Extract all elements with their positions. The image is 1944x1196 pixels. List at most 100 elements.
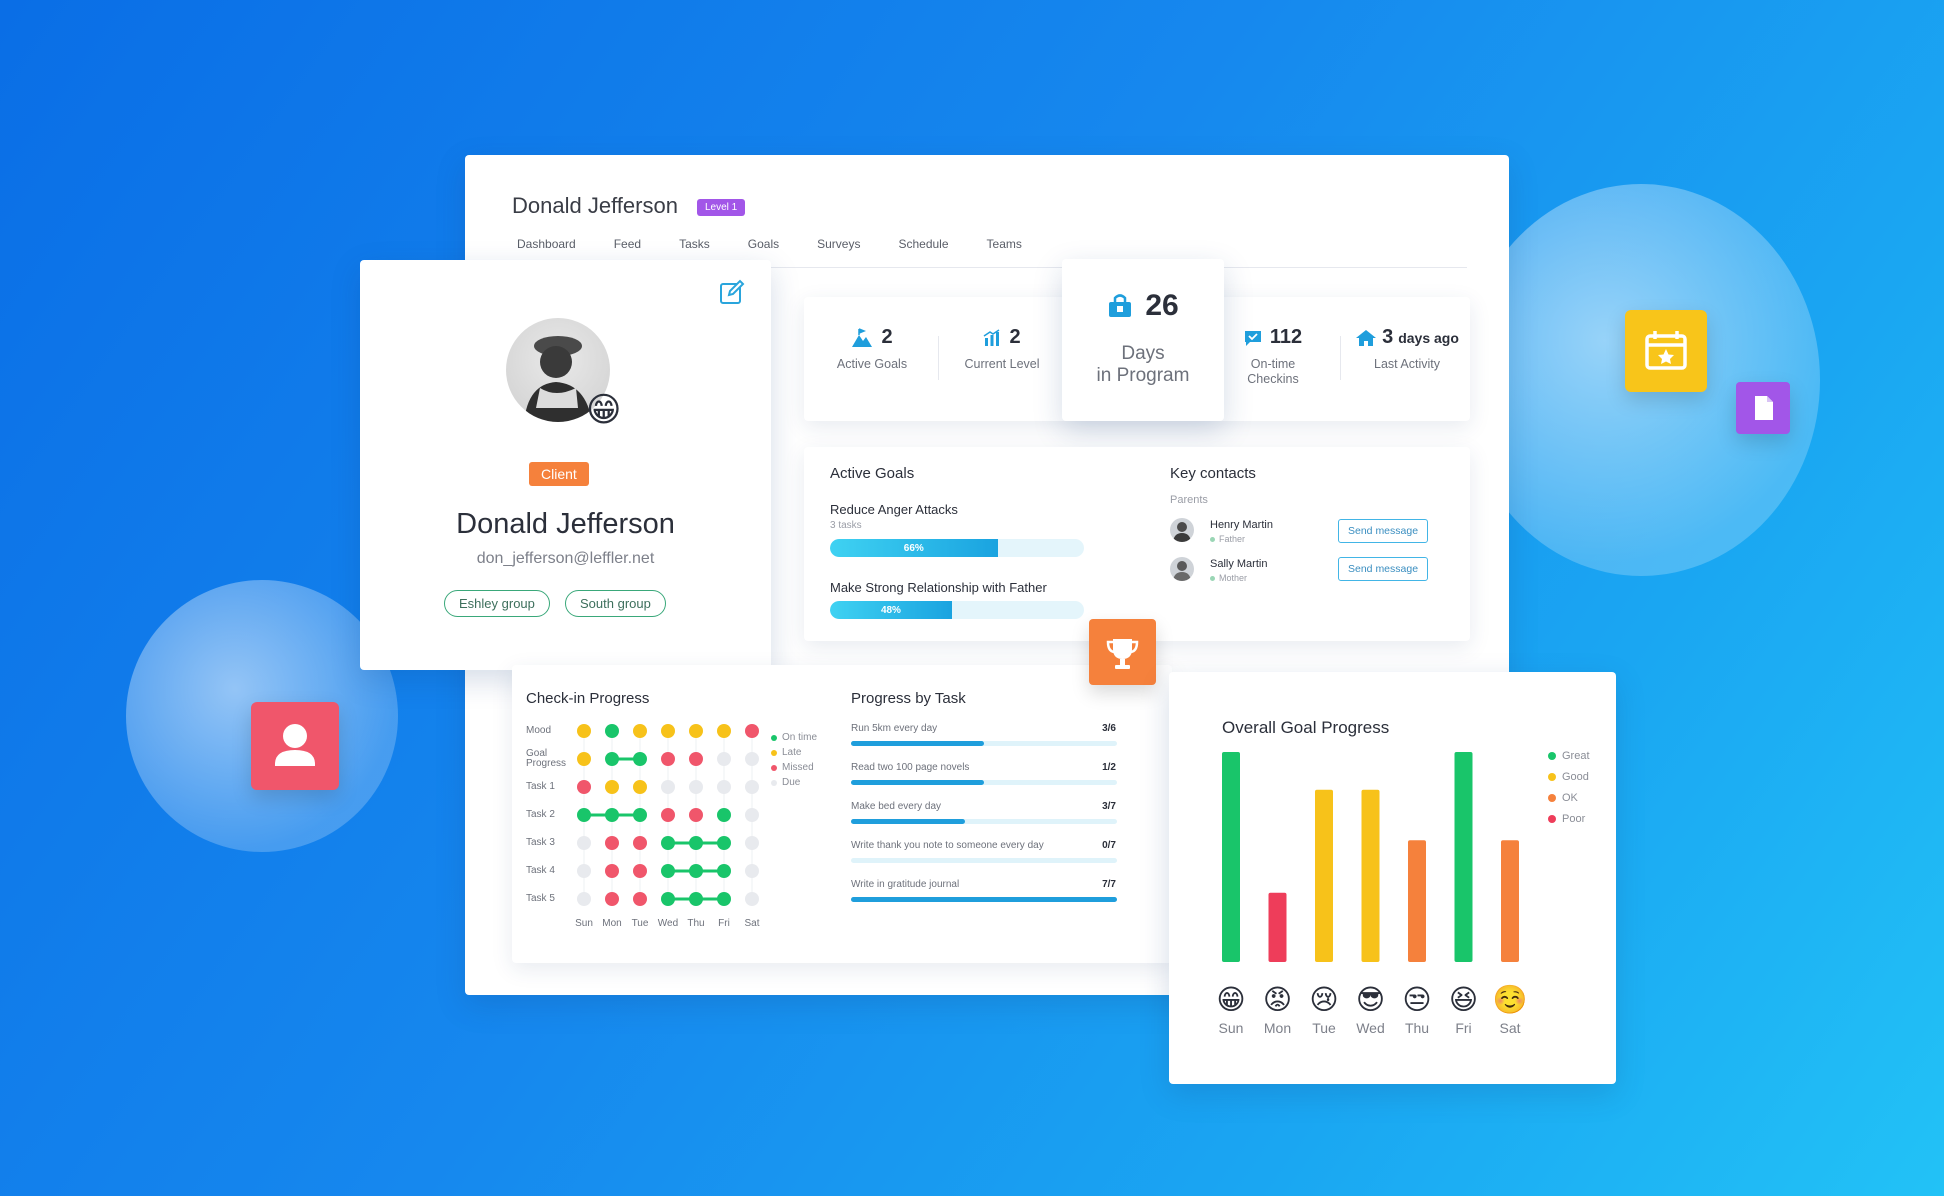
tab-surveys[interactable]: Surveys — [817, 237, 860, 251]
checkin-dot-late[interactable] — [717, 724, 731, 738]
checkin-dot-late[interactable] — [605, 780, 619, 794]
calendar-tile[interactable] — [1625, 310, 1707, 392]
checkin-dot-late[interactable] — [577, 752, 591, 766]
legend-poor: Poor — [1548, 813, 1590, 825]
checkin-dot-late[interactable] — [577, 724, 591, 738]
group-tag-eshley[interactable]: Eshley group — [444, 590, 550, 617]
tab-schedule[interactable]: Schedule — [898, 237, 948, 251]
checkin-dot-ontime[interactable] — [717, 864, 731, 878]
task-value: 0/7 — [1102, 840, 1116, 851]
days-label-1: Days — [1121, 343, 1165, 364]
bar-fri[interactable] — [1454, 752, 1473, 962]
checkin-dot-ontime[interactable] — [661, 836, 675, 850]
ontime-checkins-value: 112 — [1269, 326, 1303, 348]
contact-name-henry[interactable]: Henry Martin — [1210, 519, 1273, 531]
user-tile[interactable] — [251, 702, 339, 790]
checkin-dot-ontime[interactable] — [717, 836, 731, 850]
checkin-dot-due[interactable] — [745, 808, 759, 822]
profile-email[interactable]: don_jefferson@leffler.net — [360, 550, 771, 568]
checkin-dot-ontime[interactable] — [633, 752, 647, 766]
tab-tasks[interactable]: Tasks — [679, 237, 710, 251]
level-chart-icon — [984, 328, 1000, 346]
send-message-button-sally[interactable]: Send message — [1338, 557, 1429, 581]
checkin-dot-missed[interactable] — [689, 808, 703, 822]
checkin-dot-missed[interactable] — [605, 864, 619, 878]
checkin-dot-ontime[interactable] — [577, 808, 591, 822]
checkin-dot-ontime[interactable] — [689, 892, 703, 906]
checkin-dot-missed[interactable] — [605, 892, 619, 906]
checkin-dot-missed[interactable] — [577, 780, 591, 794]
task-value: 1/2 — [1102, 762, 1116, 773]
goal-2-progress: 48% — [830, 601, 1084, 619]
overall-goal-title: Overall Goal Progress — [1222, 718, 1390, 737]
overall-legend: Great Good OK Poor — [1548, 750, 1590, 825]
stat-last-activity[interactable]: 3 days ago Last Activity — [1350, 326, 1464, 372]
tab-goals[interactable]: Goals — [748, 237, 779, 251]
tab-feed[interactable]: Feed — [614, 237, 641, 251]
checkin-dot-due[interactable] — [745, 864, 759, 878]
checkin-dot-ontime[interactable] — [605, 808, 619, 822]
trophy-tile[interactable] — [1089, 619, 1156, 685]
checkin-dot-missed[interactable] — [633, 892, 647, 906]
goal-1-title[interactable]: Reduce Anger Attacks — [830, 502, 958, 517]
task-progress-fill — [851, 741, 984, 746]
checkin-dot-ontime[interactable] — [661, 864, 675, 878]
checkin-dot-late[interactable] — [633, 780, 647, 794]
checkin-dot-missed[interactable] — [745, 724, 759, 738]
checkin-dot-missed[interactable] — [661, 808, 675, 822]
checkin-dot-ontime[interactable] — [605, 724, 619, 738]
checkin-dot-late[interactable] — [661, 724, 675, 738]
checkin-dot-missed[interactable] — [605, 836, 619, 850]
checkin-legend: On time Late Missed Due — [771, 732, 817, 788]
checkin-dot-missed[interactable] — [661, 752, 675, 766]
document-tile[interactable] — [1736, 382, 1790, 434]
group-tag-south[interactable]: South group — [565, 590, 666, 617]
day-label-fri: Fri — [1455, 1020, 1472, 1036]
bar-thu[interactable] — [1408, 840, 1426, 962]
document-icon — [1755, 396, 1773, 420]
bar-tue[interactable] — [1315, 789, 1333, 962]
checkin-dot-missed[interactable] — [633, 864, 647, 878]
stat-ontime-checkins[interactable]: 112 On-time Checkins — [1230, 326, 1316, 387]
legend-ok: OK — [1548, 792, 1590, 804]
checkin-dot-late[interactable] — [689, 724, 703, 738]
checkin-dot-missed[interactable] — [633, 836, 647, 850]
day-label-wed: Wed — [1356, 1020, 1385, 1036]
bar-wed[interactable] — [1361, 789, 1380, 962]
bar-mon[interactable] — [1268, 892, 1287, 962]
stat-active-goals[interactable]: 2 Active Goals — [827, 326, 917, 372]
overall-goal-chart — [1222, 752, 1519, 962]
tab-dashboard[interactable]: Dashboard — [517, 237, 576, 251]
checkin-dot-ontime[interactable] — [717, 892, 731, 906]
ontime-checkins-label-1: On-time — [1250, 357, 1296, 371]
checkin-dot-missed[interactable] — [689, 752, 703, 766]
checkin-dot-late[interactable] — [633, 724, 647, 738]
bar-sun[interactable] — [1222, 752, 1240, 962]
checkin-dot-ontime[interactable] — [689, 864, 703, 878]
checkin-dot-ontime[interactable] — [689, 836, 703, 850]
checkin-dot-due[interactable] — [745, 892, 759, 906]
send-message-button-henry[interactable]: Send message — [1338, 519, 1429, 543]
checkin-dot-ontime[interactable] — [633, 808, 647, 822]
checkin-dot-due[interactable] — [745, 780, 759, 794]
checkin-dot-due[interactable] — [577, 892, 591, 906]
checkin-dot-due[interactable] — [745, 836, 759, 850]
checkin-dot-due[interactable] — [745, 752, 759, 766]
checkin-dot-due[interactable] — [577, 836, 591, 850]
checkin-dot-ontime[interactable] — [717, 808, 731, 822]
checkin-dot-due[interactable] — [717, 752, 731, 766]
bar-sat[interactable] — [1501, 840, 1519, 962]
key-contacts-title: Key contacts — [1170, 465, 1256, 482]
checkin-dot-ontime[interactable] — [605, 752, 619, 766]
goal-2-title[interactable]: Make Strong Relationship with Father — [830, 580, 1047, 595]
tab-teams[interactable]: Teams — [987, 237, 1022, 251]
checkin-dot-due[interactable] — [577, 864, 591, 878]
edit-icon[interactable] — [718, 278, 746, 306]
stat-current-level[interactable]: 2 Current Level — [952, 326, 1052, 372]
checkin-dot-due[interactable] — [661, 780, 675, 794]
days-in-program-card[interactable]: 26 Days in Program — [1062, 259, 1224, 421]
checkin-dot-ontime[interactable] — [661, 892, 675, 906]
contact-name-sally[interactable]: Sally Martin — [1210, 558, 1267, 570]
checkin-dot-due[interactable] — [689, 780, 703, 794]
checkin-dot-due[interactable] — [717, 780, 731, 794]
